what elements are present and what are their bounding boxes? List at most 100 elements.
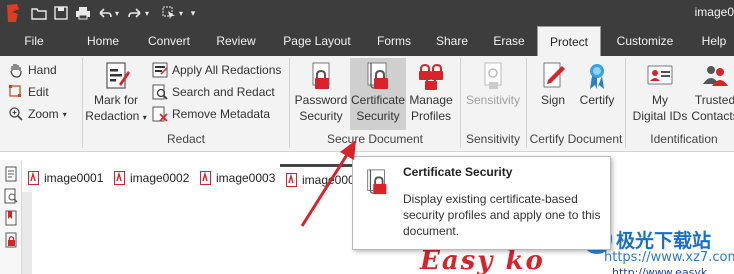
search-panel-icon[interactable] [3, 188, 19, 204]
trusted-contacts-button[interactable]: Trusted Contacts [690, 58, 734, 130]
tab-forms[interactable]: Forms [368, 26, 420, 56]
document-tab-active[interactable]: image000 [280, 164, 360, 192]
tab-erase[interactable]: Erase [486, 26, 532, 56]
tooltip-title: Certificate Security [403, 165, 513, 179]
mark-for-redaction-icon [106, 62, 130, 89]
remove-metadata-icon [152, 106, 168, 122]
document-tab-label: image0002 [130, 171, 190, 185]
apply-all-redactions-button[interactable]: Apply All Redactions [152, 60, 281, 80]
menu-bar: File Home Convert Review Page Layout For… [0, 26, 734, 56]
mark-for-label: Mark for [93, 93, 138, 107]
document-tab-label: image0001 [44, 171, 104, 185]
certificate-lock-icon [367, 169, 387, 195]
my-ids-label-1: My [652, 93, 668, 107]
my-ids-label-2: Digital IDs [632, 109, 688, 123]
sensitivity-label: Sensitivity [465, 93, 521, 107]
ribbon: Hand Edit Zoom ▾ Mark for Redaction ▾ Ap… [0, 56, 734, 152]
title-bar: ▾ ▾ ▾ ▾ image0 [0, 0, 734, 26]
tab-file[interactable]: File [14, 26, 54, 56]
certificate-label-1: Certificate [350, 93, 406, 107]
mark-for-redaction-button[interactable]: Mark for Redaction ▾ [84, 58, 148, 130]
certify-button[interactable]: Certify [576, 58, 618, 130]
print-icon[interactable] [74, 4, 92, 22]
bookmark-panel-icon[interactable] [3, 210, 19, 226]
edit-tool-button[interactable]: Edit [8, 82, 49, 102]
navigation-sidebar [0, 160, 22, 274]
document-tab-label: image000 [302, 172, 355, 187]
certificate-security-tooltip: Certificate Security Display existing ce… [352, 156, 611, 250]
tab-page-layout[interactable]: Page Layout [278, 26, 356, 56]
zoom-label: Zoom [28, 107, 59, 121]
customize-toolbar-icon[interactable]: ▾ [188, 4, 198, 22]
edit-label: Edit [28, 85, 49, 99]
tab-help[interactable]: Help [694, 26, 734, 56]
password-label-2: Security [299, 109, 343, 123]
app-logo-icon [7, 4, 19, 22]
page-watermark-url: http://www.easyk [612, 266, 708, 274]
zoom-dropdown-icon: ▾ [62, 109, 67, 119]
tab-review[interactable]: Review [208, 26, 264, 56]
select-dropdown-icon[interactable]: ▾ [176, 4, 186, 22]
pdf-file-icon [286, 172, 297, 187]
certify-badge-icon [590, 64, 604, 89]
sensitivity-button[interactable]: Sensitivity [463, 58, 523, 130]
identification-group-label: Identification [650, 132, 718, 146]
tab-convert[interactable]: Convert [140, 26, 198, 56]
document-tab[interactable]: image0002 [114, 166, 189, 190]
password-security-button[interactable]: Password Security [293, 58, 349, 130]
certificate-security-button[interactable]: Certificate Security [350, 58, 406, 130]
redaction-label: Redaction ▾ [85, 109, 147, 123]
zoom-tool-button[interactable]: Zoom ▾ [8, 104, 67, 124]
remove-metadata-button[interactable]: Remove Metadata [152, 104, 270, 124]
zoom-icon [9, 107, 23, 121]
document-tab-label: image0003 [216, 171, 276, 185]
edit-select-icon [9, 85, 21, 97]
document-tab[interactable]: image0003 [200, 166, 275, 190]
pdf-file-icon [200, 171, 211, 185]
trusted-label-1: Trusted [694, 93, 734, 107]
undo-dropdown-icon[interactable]: ▾ [112, 4, 122, 22]
certificate-lock-icon [367, 62, 388, 89]
remove-metadata-label: Remove Metadata [172, 107, 271, 121]
certify-label: Certify [579, 93, 615, 107]
sensitivity-icon [484, 62, 502, 89]
search-and-redact-button[interactable]: Search and Redact [152, 82, 275, 102]
hand-tool-button[interactable]: Hand [8, 60, 57, 80]
window-title: image0 [694, 5, 734, 19]
my-digital-ids-button[interactable]: My Digital IDs [630, 58, 690, 130]
document-tab[interactable]: image0001 [28, 166, 103, 190]
password-label-1: Password [294, 93, 348, 107]
tab-share[interactable]: Share [428, 26, 476, 56]
watermark-site-name: 极光下载站 [616, 230, 712, 252]
hand-label: Hand [28, 63, 57, 77]
open-folder-icon[interactable] [30, 4, 48, 22]
secure-document-group-label: Secure Document [290, 132, 460, 148]
trusted-contacts-icon [703, 66, 728, 86]
certificate-label-2: Security [356, 109, 400, 123]
ribbon-separator [625, 58, 626, 148]
apply-redactions-icon [152, 62, 168, 78]
pdf-file-icon [28, 171, 39, 185]
digital-id-card-icon [647, 65, 673, 85]
search-redact-label: Search and Redact [172, 85, 275, 99]
search-redact-icon [152, 84, 168, 100]
tab-customize[interactable]: Customize [610, 26, 680, 56]
save-icon[interactable] [52, 4, 70, 22]
sensitivity-group-label: Sensitivity [465, 132, 521, 146]
manage-profiles-button[interactable]: Manage Profiles [407, 58, 455, 130]
sign-label: Sign [540, 93, 566, 107]
tooltip-body: Display existing certificate-based secur… [403, 192, 601, 238]
sign-pen-icon [543, 62, 565, 88]
pages-panel-icon[interactable] [3, 166, 19, 182]
ribbon-separator [82, 58, 83, 148]
tab-protect[interactable]: Protect [537, 26, 601, 56]
certify-document-group-label: Certify Document [529, 132, 623, 146]
tab-home[interactable]: Home [80, 26, 126, 56]
redo-dropdown-icon[interactable]: ▾ [142, 4, 152, 22]
pdf-file-icon [114, 171, 125, 185]
security-panel-icon[interactable] [3, 232, 19, 248]
page-watermark-text: Easy ko [420, 246, 545, 274]
password-lock-icon [312, 62, 330, 89]
manage-label-2: Profiles [410, 109, 451, 123]
sign-button[interactable]: Sign [532, 58, 574, 130]
